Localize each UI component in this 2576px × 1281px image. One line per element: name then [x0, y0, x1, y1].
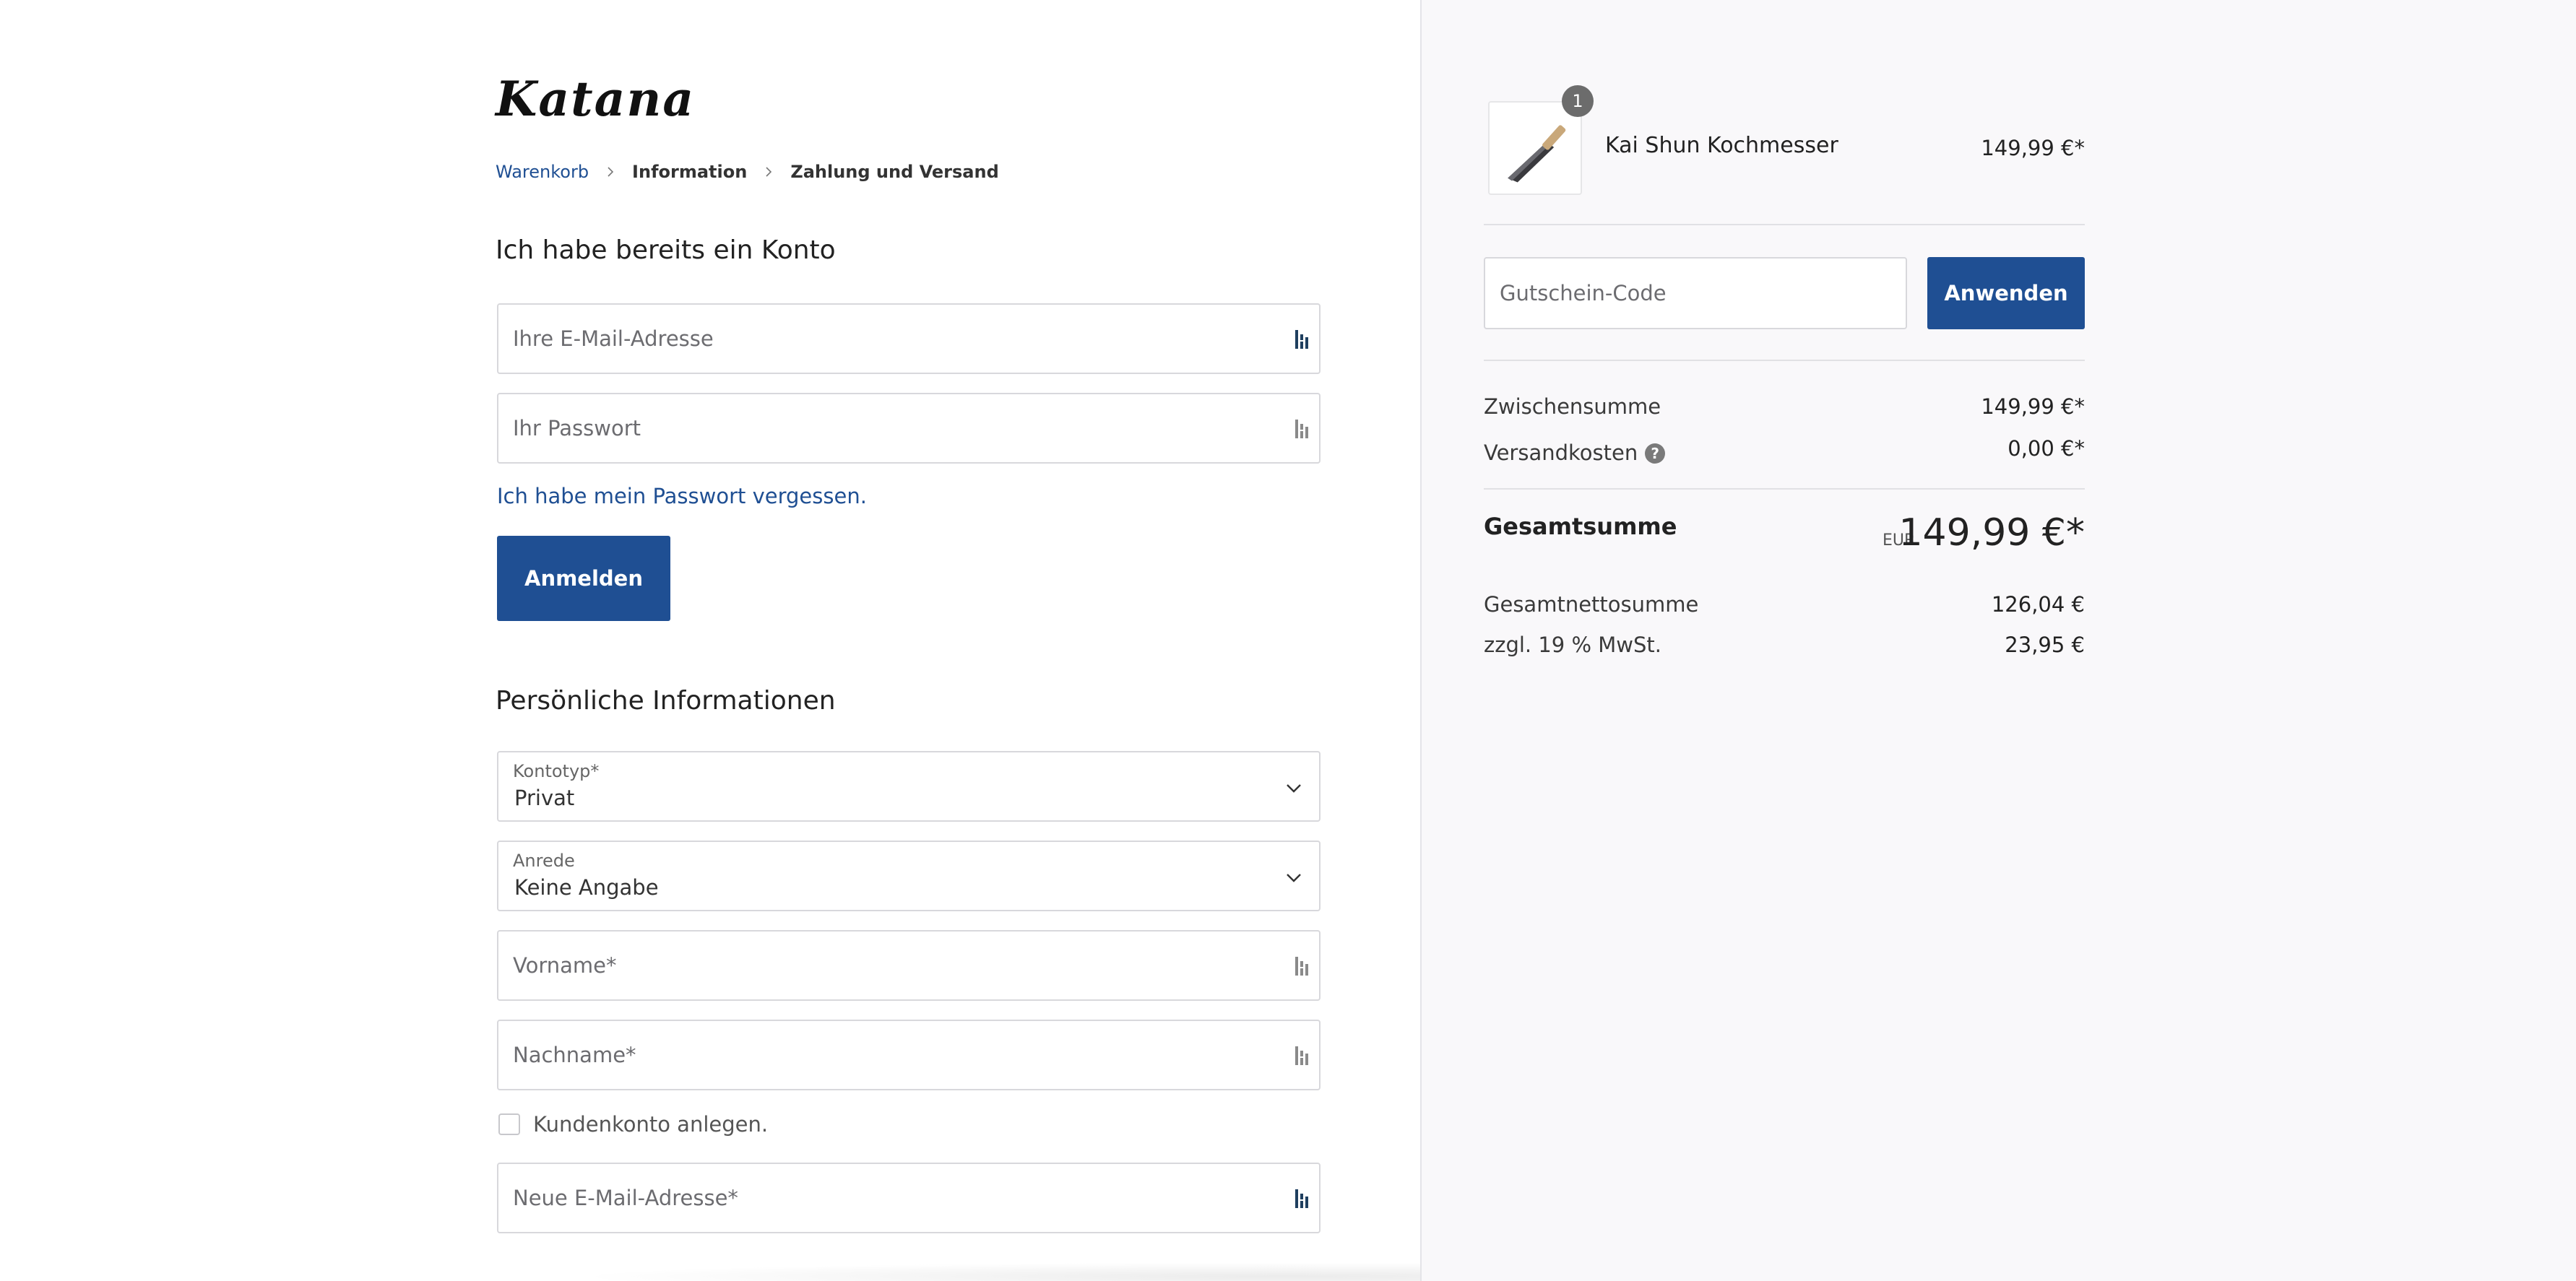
tax-value: 23,95 € [2005, 633, 2085, 657]
login-heading: Ich habe bereits ein Konto [496, 235, 836, 265]
create-account-checkbox[interactable] [498, 1113, 520, 1135]
voucher-field[interactable] [1484, 257, 1907, 329]
account-type-select[interactable]: Kontotyp* Privat [497, 751, 1321, 822]
total-label: Gesamtsumme [1484, 513, 1677, 540]
brand-logo[interactable]: Katana [496, 75, 695, 123]
shipping-value: 0,00 €* [2007, 436, 2085, 461]
forgot-password-link[interactable]: Ich habe mein Passwort vergessen. [497, 484, 867, 508]
account-type-value: Privat [514, 786, 575, 810]
checkout-form-panel: Katana Warenkorb Information Zahlung und… [0, 0, 2001, 1281]
salutation-value: Keine Angabe [514, 875, 659, 900]
password-manager-icon[interactable] [1293, 1043, 1312, 1068]
account-type-label: Kontotyp* [513, 761, 600, 781]
password-manager-icon[interactable] [1293, 327, 1312, 352]
voucher-input[interactable] [1485, 259, 1906, 328]
net-total-value: 126,04 € [1991, 592, 2085, 617]
divider [1484, 360, 2085, 361]
breadcrumb-payment-shipping: Zahlung und Versand [790, 162, 999, 182]
lastname-input[interactable] [498, 1021, 1319, 1089]
product-image [1488, 101, 1582, 195]
password-manager-icon[interactable] [1293, 954, 1312, 978]
create-account-row[interactable]: Kundenkonto anlegen. [498, 1112, 768, 1137]
quantity-badge: 1 [1562, 85, 1594, 117]
apply-voucher-button[interactable]: Anwenden [1927, 257, 2085, 329]
total-value: 149,99 €* [1898, 511, 2085, 555]
chevron-right-icon [763, 166, 774, 178]
chevron-right-icon [605, 166, 616, 178]
password-manager-icon[interactable] [1293, 417, 1312, 441]
login-email-field[interactable] [497, 303, 1321, 374]
login-password-field[interactable] [497, 393, 1321, 464]
knife-icon [1508, 125, 1566, 183]
net-total-label: Gesamtnettosumme [1484, 592, 1699, 617]
salutation-label: Anrede [513, 851, 575, 871]
product-name[interactable]: Kai Shun Kochmesser [1605, 133, 1838, 158]
firstname-field[interactable] [497, 930, 1321, 1001]
divider [1484, 224, 2085, 225]
login-email-input[interactable] [498, 305, 1319, 373]
chevron-down-icon [1287, 784, 1301, 793]
breadcrumb: Warenkorb Information Zahlung und Versan… [496, 160, 999, 183]
new-email-field[interactable] [497, 1163, 1321, 1233]
login-password-input[interactable] [498, 394, 1319, 462]
create-account-label[interactable]: Kundenkonto anlegen. [533, 1112, 768, 1137]
personal-info-heading: Persönliche Informationen [496, 686, 836, 716]
product-price: 149,99 €* [1981, 136, 2085, 160]
firstname-input[interactable] [498, 932, 1319, 999]
divider [1484, 488, 2085, 490]
password-manager-icon[interactable] [1293, 1186, 1312, 1211]
subtotal-value: 149,99 €* [1981, 394, 2085, 419]
chevron-down-icon [1287, 874, 1301, 882]
breadcrumb-cart-link[interactable]: Warenkorb [496, 162, 589, 182]
shipping-label: Versandkosten [1484, 440, 1638, 465]
breadcrumb-information: Information [632, 162, 748, 182]
tax-label: zzgl. 19 % MwSt. [1484, 633, 1661, 657]
help-icon[interactable]: ? [1645, 443, 1666, 464]
salutation-select[interactable]: Anrede Keine Angabe [497, 841, 1321, 911]
login-button[interactable]: Anmelden [497, 536, 670, 621]
subtotal-label: Zwischensumme [1484, 394, 1661, 419]
new-email-input[interactable] [498, 1164, 1319, 1232]
shipping-row: Versandkosten? [1484, 440, 1666, 465]
lastname-field[interactable] [497, 1020, 1321, 1090]
